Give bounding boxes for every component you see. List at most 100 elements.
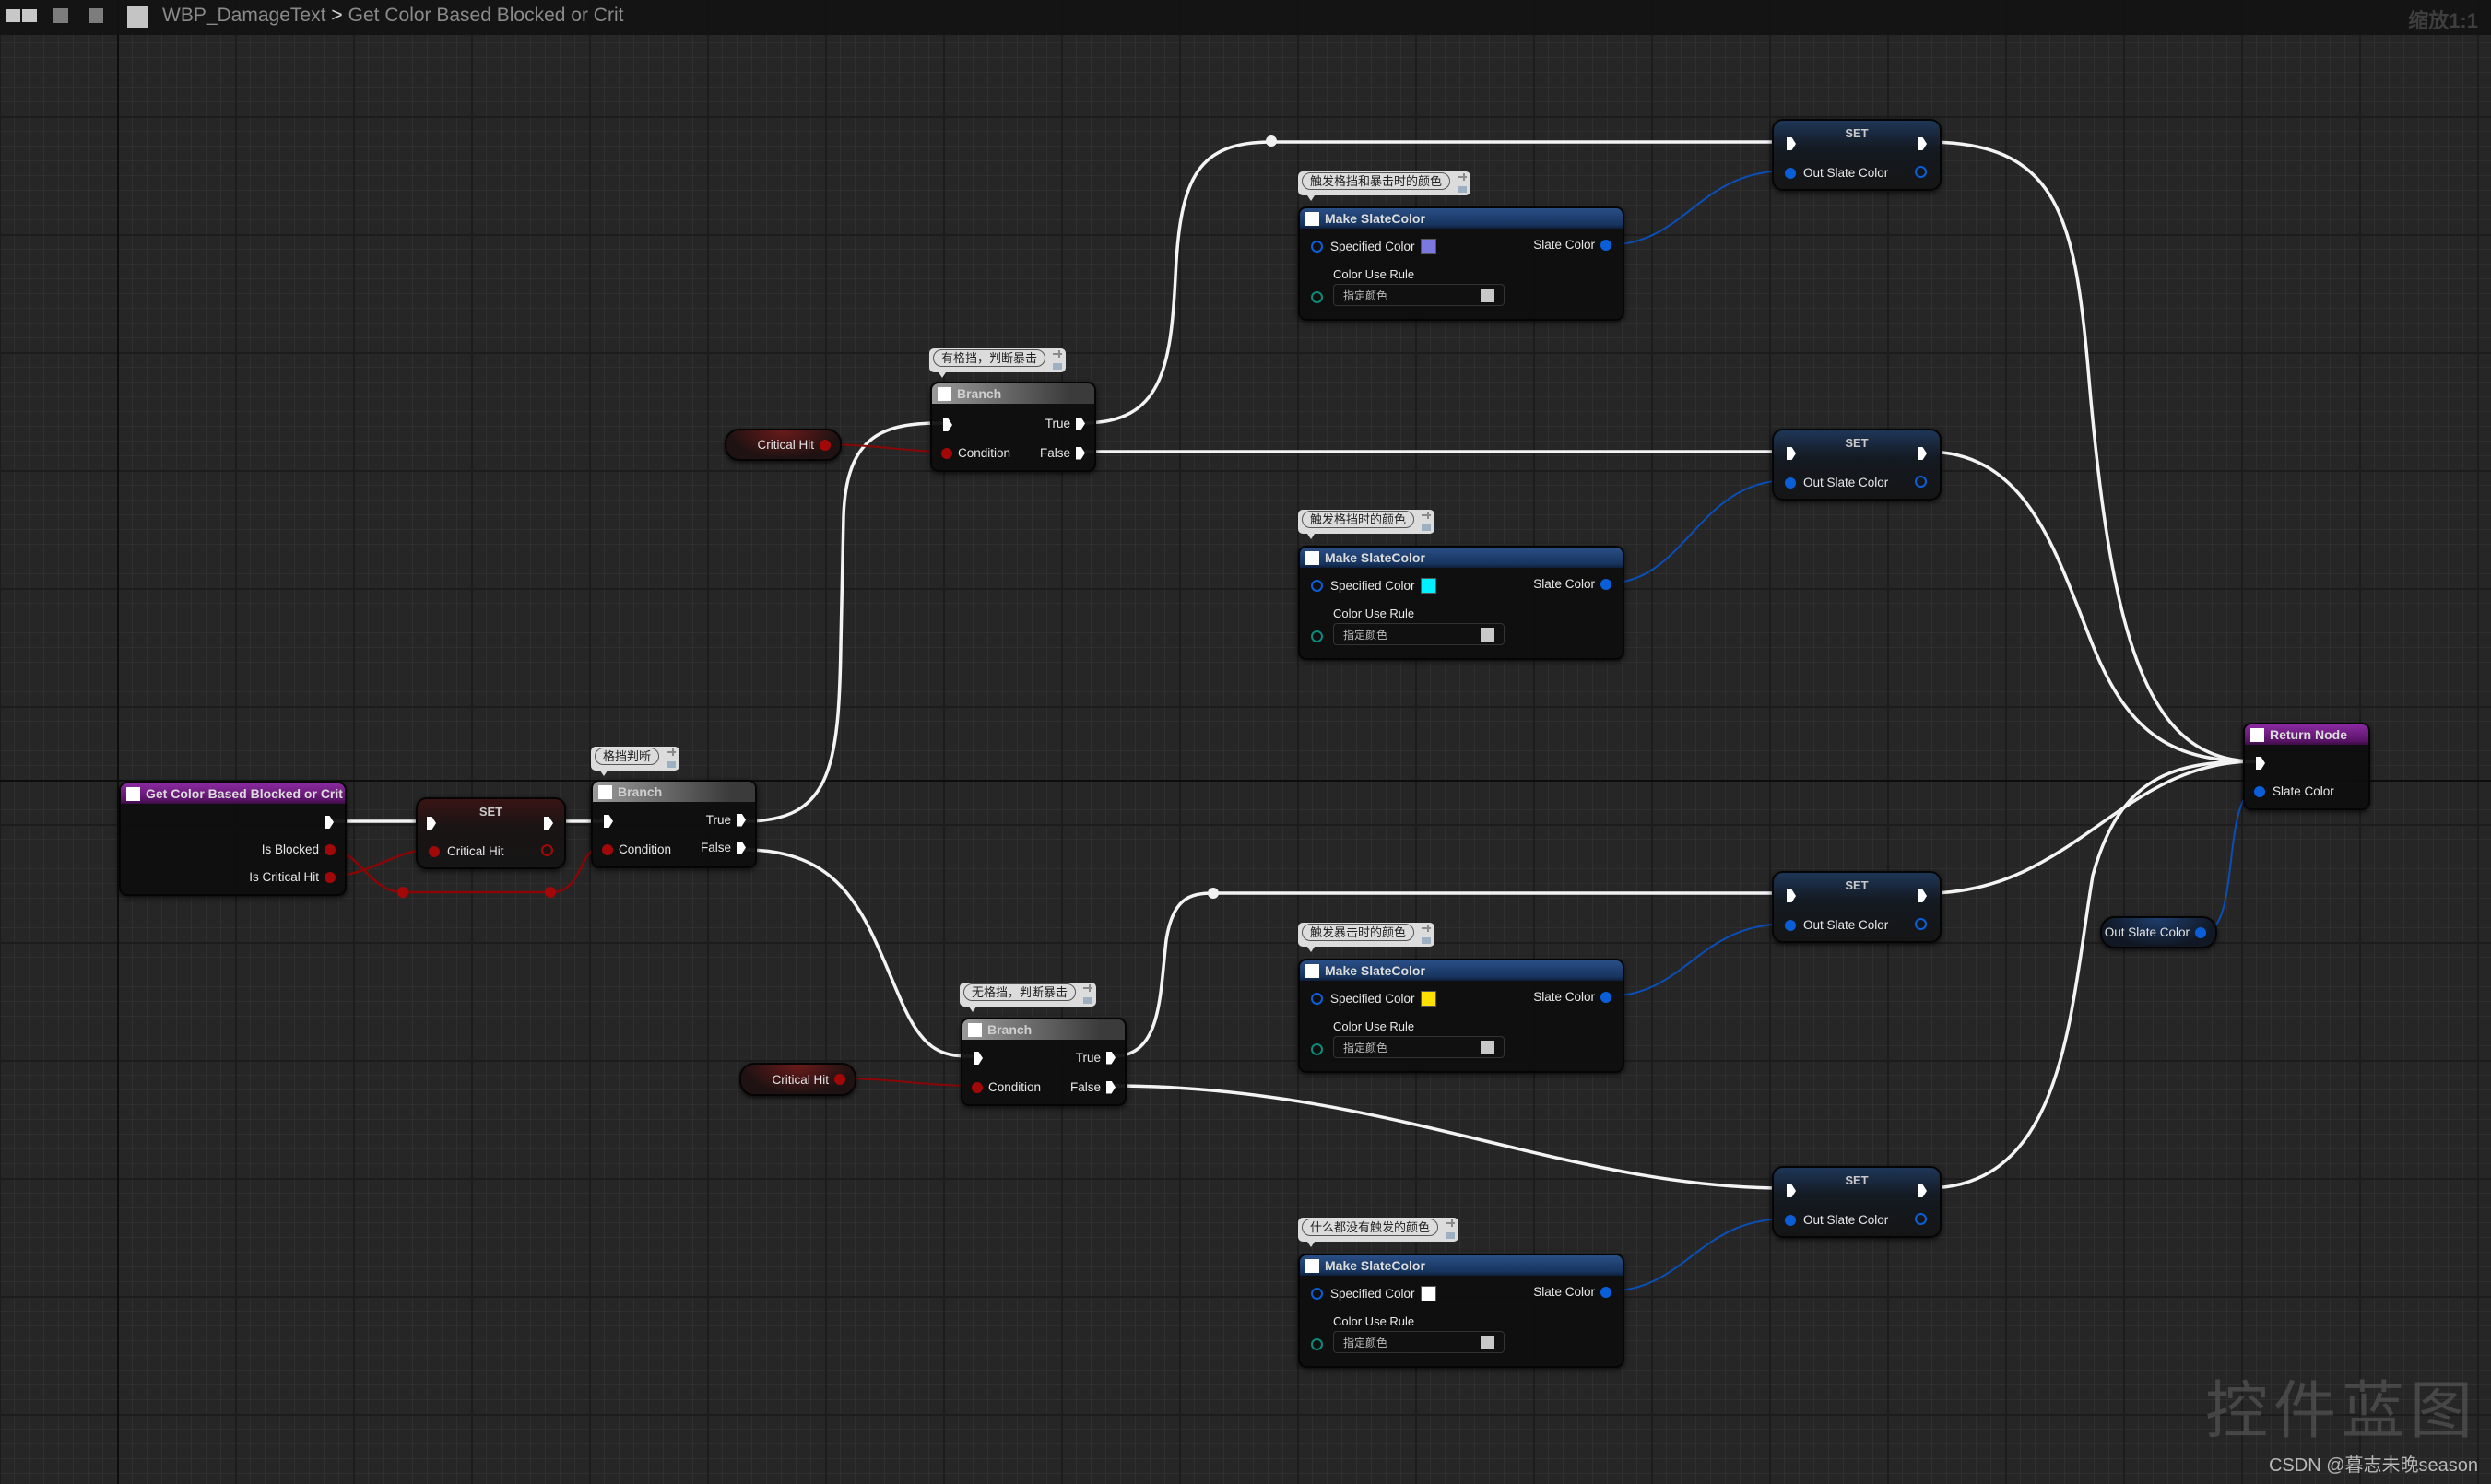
color-swatch[interactable] — [1420, 239, 1436, 254]
expand-comment-icon[interactable] — [1053, 363, 1063, 370]
slate-color-output-pin[interactable]: Slate Color — [1533, 990, 1611, 1004]
exec-in-pin[interactable] — [2256, 757, 2265, 770]
color-use-rule-dropdown[interactable]: 指定颜色 — [1333, 623, 1505, 645]
specified-color-pin[interactable]: Specified Color — [1311, 991, 1436, 1007]
color-use-rule-pin[interactable] — [1311, 1043, 1323, 1055]
exec-in-pin[interactable] — [1787, 1184, 1796, 1197]
struct-wire[interactable] — [1605, 923, 1789, 997]
get-critical-hit-node[interactable]: Critical Hit — [739, 1063, 856, 1096]
color-swatch[interactable] — [1420, 578, 1436, 594]
function-entry-node[interactable]: Get Color Based Blocked or Crit Is Block… — [119, 782, 347, 896]
color-swatch[interactable] — [1420, 991, 1436, 1007]
out-slate-color-input-pin[interactable]: Out Slate Color — [1785, 918, 1888, 932]
exec-wire[interactable] — [743, 848, 974, 1058]
specified-color-pin[interactable]: Specified Color — [1311, 578, 1436, 594]
expand-comment-icon[interactable] — [1446, 1232, 1456, 1239]
slate-color-output-pin[interactable]: Slate Color — [1533, 577, 1611, 591]
exec-wire[interactable] — [743, 421, 944, 823]
condition-pin[interactable]: Condition — [602, 842, 671, 856]
exec-out-pin[interactable] — [325, 816, 334, 829]
exec-out-pin[interactable] — [1918, 447, 1927, 460]
comment-bubble[interactable]: 无格挡，判断暴击 — [960, 983, 1097, 1012]
condition-pin[interactable]: Condition — [941, 446, 1010, 460]
slate-color-output-pin[interactable]: Slate Color — [1533, 238, 1611, 252]
pin-comment-icon[interactable] — [1458, 173, 1468, 181]
make-slatecolor-node[interactable]: Make SlateColor Specified Color Slate Co… — [1298, 546, 1624, 660]
set-out-slate-color-node[interactable]: SET Out Slate Color — [1772, 871, 1942, 943]
set-critical-hit-node[interactable]: SET Critical Hit — [416, 797, 566, 869]
reroute-knot[interactable] — [397, 887, 408, 898]
back-button[interactable] — [53, 8, 68, 23]
branch-noblock-crit-node[interactable]: Branch Condition True False — [961, 1018, 1127, 1106]
pin-comment-icon[interactable] — [1446, 1219, 1456, 1227]
is-blocked-pin[interactable]: Is Blocked — [262, 842, 336, 856]
slate-color-output-pin[interactable]: Slate Color — [1533, 1285, 1611, 1299]
out-slate-color-input-pin[interactable]: Out Slate Color — [1785, 476, 1888, 489]
color-use-rule-dropdown[interactable]: 指定颜色 — [1333, 284, 1505, 306]
reroute-knot[interactable] — [1266, 135, 1277, 147]
make-slatecolor-node[interactable]: Make SlateColor Specified Color Slate Co… — [1298, 206, 1624, 321]
comment-bubble[interactable]: 格挡判断 — [591, 747, 680, 776]
comment-bubble[interactable]: 触发暴击时的颜色 — [1298, 923, 1435, 952]
set-out-slate-color-node[interactable]: SET Out Slate Color — [1772, 429, 1942, 501]
pin-comment-icon[interactable] — [1083, 984, 1093, 992]
exec-wire[interactable] — [1925, 450, 2257, 763]
breadcrumb-blueprint[interactable]: WBP_DamageText — [162, 5, 325, 26]
comment-bubble[interactable]: 什么都没有触发的颜色 — [1298, 1218, 1459, 1247]
exec-out-pin[interactable] — [1918, 1184, 1927, 1197]
reroute-knot[interactable] — [545, 887, 556, 898]
critical-hit-input-pin[interactable]: Critical Hit — [429, 844, 504, 858]
expand-comment-icon[interactable] — [1083, 997, 1093, 1004]
struct-wire[interactable] — [2204, 789, 2258, 932]
struct-wire[interactable] — [1605, 479, 1789, 584]
pin-comment-icon[interactable] — [1053, 350, 1063, 358]
condition-pin[interactable]: Condition — [972, 1080, 1041, 1094]
specified-color-pin[interactable]: Specified Color — [1311, 239, 1436, 254]
color-use-rule-dropdown[interactable]: 指定颜色 — [1333, 1036, 1505, 1058]
pin-comment-icon[interactable] — [1422, 512, 1432, 519]
expand-comment-icon[interactable] — [1422, 937, 1432, 944]
hide-panels-icon[interactable] — [6, 7, 41, 24]
branch-blocked-crit-node[interactable]: Branch Condition True False — [930, 382, 1096, 472]
exec-in-pin[interactable] — [604, 815, 613, 828]
expand-comment-icon[interactable] — [1422, 524, 1432, 531]
exec-out-pin[interactable] — [1918, 137, 1927, 150]
color-use-rule-dropdown[interactable]: 指定颜色 — [1333, 1331, 1505, 1353]
exec-wire[interactable] — [1112, 1084, 1786, 1190]
make-slatecolor-node[interactable]: Make SlateColor Specified Color Slate Co… — [1298, 959, 1624, 1073]
exec-out-pin[interactable] — [1918, 889, 1927, 902]
bool-pin-icon[interactable] — [834, 1074, 845, 1085]
color-use-rule-pin[interactable] — [1311, 630, 1323, 642]
comment-bubble[interactable]: 触发格挡和暴击时的颜色 — [1298, 171, 1471, 201]
slate-color-return-pin[interactable]: Slate Color — [2254, 784, 2334, 798]
bool-pin-icon[interactable] — [820, 439, 831, 451]
specified-color-pin[interactable]: Specified Color — [1311, 1286, 1436, 1301]
out-slate-color-output-pin[interactable] — [1915, 918, 1927, 930]
expand-comment-icon[interactable] — [1458, 186, 1468, 193]
struct-pin-icon[interactable] — [2195, 926, 2206, 938]
comment-bubble[interactable]: 触发格挡时的颜色 — [1298, 510, 1435, 539]
return-node[interactable]: Return Node Slate Color — [2243, 723, 2370, 810]
exec-in-pin[interactable] — [1787, 447, 1796, 460]
reroute-knot[interactable] — [1208, 888, 1219, 899]
critical-hit-output-pin[interactable] — [541, 844, 553, 856]
get-critical-hit-node[interactable]: Critical Hit — [725, 429, 842, 461]
bool-wire[interactable] — [838, 1078, 978, 1087]
true-pin[interactable]: True — [1045, 417, 1085, 430]
exec-wire[interactable] — [1925, 760, 2257, 895]
set-out-slate-color-node[interactable]: SET Out Slate Color — [1772, 1166, 1942, 1238]
expand-comment-icon[interactable] — [667, 761, 677, 768]
make-slatecolor-node[interactable]: Make SlateColor Specified Color Slate Co… — [1298, 1254, 1624, 1368]
exec-wire[interactable] — [1925, 760, 2257, 1190]
color-swatch[interactable] — [1420, 1286, 1436, 1301]
struct-wire[interactable] — [1605, 1218, 1789, 1292]
color-use-rule-pin[interactable] — [1311, 1338, 1323, 1350]
out-slate-color-output-pin[interactable] — [1915, 476, 1927, 488]
set-out-slate-color-node[interactable]: SET Out Slate Color — [1772, 119, 1942, 191]
exec-in-pin[interactable] — [974, 1052, 983, 1065]
branch-blocked-node[interactable]: Branch Condition True False — [591, 780, 757, 868]
exec-out-pin[interactable] — [544, 817, 553, 830]
color-use-rule-pin[interactable] — [1311, 291, 1323, 303]
exec-wire[interactable] — [1925, 140, 2257, 763]
exec-in-pin[interactable] — [1787, 137, 1796, 150]
